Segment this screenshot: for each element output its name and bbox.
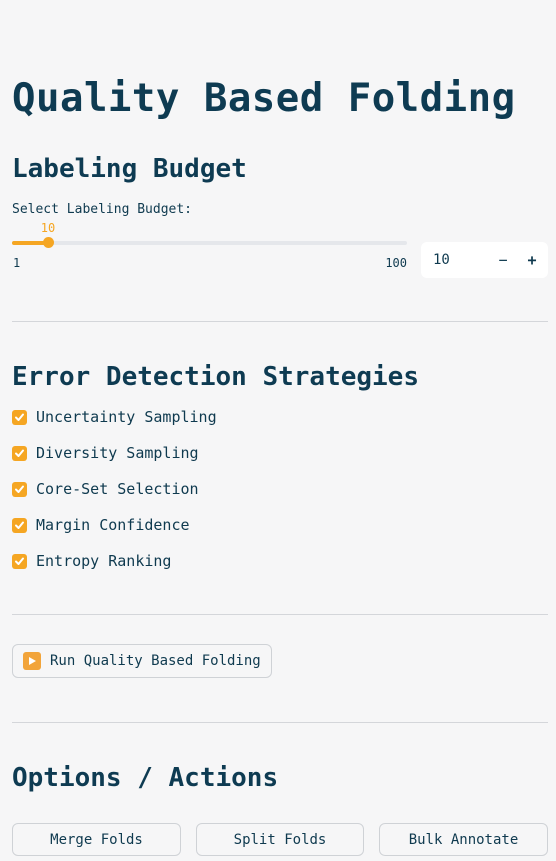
slider-thumb[interactable] bbox=[43, 237, 54, 248]
strategy-label: Margin Confidence bbox=[36, 516, 190, 534]
strategy-checkbox-row[interactable]: Core-Set Selection bbox=[12, 479, 199, 499]
divider bbox=[12, 321, 548, 322]
divider bbox=[12, 614, 548, 615]
labeling-budget-heading: Labeling Budget bbox=[12, 154, 247, 184]
run-folding-label: Run Quality Based Folding bbox=[50, 653, 261, 669]
actions-heading: Options / Actions bbox=[12, 763, 279, 793]
run-folding-button[interactable]: Run Quality Based Folding bbox=[12, 644, 272, 678]
budget-slider[interactable]: 10 1 100 bbox=[12, 220, 407, 270]
budget-number-value[interactable]: 10 bbox=[433, 252, 450, 268]
slider-track[interactable] bbox=[12, 241, 407, 245]
split-folds-button[interactable]: Split Folds bbox=[196, 823, 364, 856]
page-title: Quality Based Folding bbox=[12, 76, 516, 121]
increment-button[interactable]: + bbox=[520, 248, 544, 272]
strategy-label: Entropy Ranking bbox=[36, 552, 172, 570]
checkbox-checked-icon[interactable] bbox=[12, 553, 27, 569]
decrement-button[interactable]: − bbox=[491, 248, 515, 272]
strategy-checkbox-row[interactable]: Margin Confidence bbox=[12, 515, 190, 535]
strategy-checkbox-row[interactable]: Diversity Sampling bbox=[12, 443, 199, 463]
strategy-label: Diversity Sampling bbox=[36, 444, 199, 462]
slider-max-label: 100 bbox=[385, 256, 407, 270]
slider-value: 10 bbox=[40, 221, 56, 235]
divider bbox=[12, 722, 548, 723]
strategies-heading: Error Detection Strategies bbox=[12, 362, 419, 392]
slider-min-label: 1 bbox=[13, 256, 21, 270]
checkbox-checked-icon[interactable] bbox=[12, 517, 27, 533]
bulk-annotate-button[interactable]: Bulk Annotate bbox=[379, 823, 548, 856]
strategy-checkbox-row[interactable]: Entropy Ranking bbox=[12, 551, 171, 571]
budget-slider-label: Select Labeling Budget: bbox=[12, 202, 193, 217]
budget-number-input[interactable]: 10 − + bbox=[421, 242, 548, 278]
checkbox-checked-icon[interactable] bbox=[12, 445, 27, 461]
strategy-label: Uncertainty Sampling bbox=[36, 408, 217, 426]
checkbox-checked-icon[interactable] bbox=[12, 481, 27, 497]
merge-folds-button[interactable]: Merge Folds bbox=[12, 823, 181, 856]
play-icon bbox=[23, 652, 41, 670]
strategy-label: Core-Set Selection bbox=[36, 480, 199, 498]
checkbox-checked-icon[interactable] bbox=[12, 409, 27, 425]
strategy-checkbox-row[interactable]: Uncertainty Sampling bbox=[12, 407, 217, 427]
